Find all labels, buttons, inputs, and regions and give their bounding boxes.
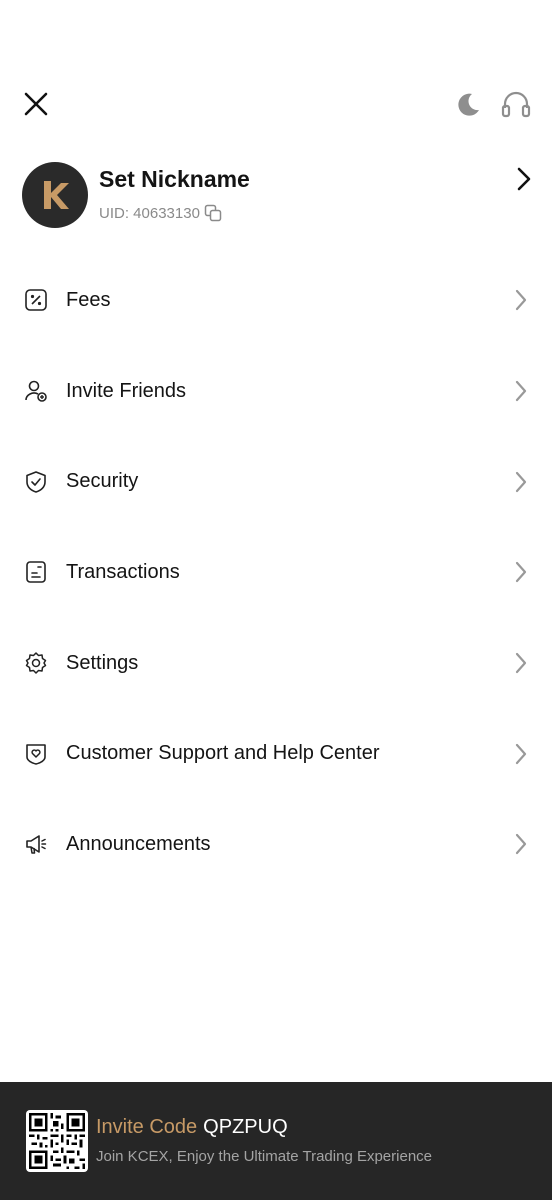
- invite-code-line: Invite Code QPZPUQ: [96, 1116, 288, 1139]
- support-button[interactable]: [500, 89, 532, 119]
- uid-row: UID: 40633130: [99, 204, 222, 222]
- copy-uid-button[interactable]: [204, 204, 222, 222]
- menu-item-label: Customer Support and Help Center: [66, 742, 380, 765]
- headset-icon: [501, 91, 531, 118]
- menu-item-security[interactable]: Security: [0, 436, 552, 527]
- menu-item-label: Security: [66, 470, 139, 493]
- menu-item-settings[interactable]: Settings: [0, 618, 552, 709]
- menu-item-label: Settings: [66, 651, 139, 674]
- chevron-right-icon: [514, 742, 528, 766]
- menu-item-label: Announcements: [66, 832, 211, 855]
- theme-toggle-button[interactable]: [454, 90, 482, 118]
- close-button[interactable]: [18, 84, 54, 124]
- heart-shield-icon: [22, 740, 50, 768]
- copy-icon: [204, 204, 222, 222]
- qr-code-icon: [29, 1113, 85, 1169]
- menu-item-customer-support[interactable]: Customer Support and Help Center: [0, 708, 552, 799]
- chevron-right-icon: [514, 832, 528, 856]
- close-icon: [24, 92, 48, 116]
- invite-code-value[interactable]: QPZPUQ: [203, 1116, 287, 1138]
- megaphone-icon: [22, 830, 50, 858]
- menu-item-label: Invite Friends: [66, 379, 187, 402]
- menu-item-invite-friends[interactable]: Invite Friends: [0, 346, 552, 437]
- chevron-right-icon: [514, 470, 528, 494]
- invite-code-label: Invite Code: [96, 1116, 198, 1138]
- menu-item-label: Transactions: [66, 560, 180, 583]
- menu-item-announcements[interactable]: Announcements: [0, 799, 552, 890]
- profile-header[interactable]: Set Nickname UID: 40633130: [22, 160, 532, 230]
- menu-item-transactions[interactable]: Transactions: [0, 527, 552, 618]
- chevron-right-icon: [514, 379, 528, 403]
- qr-code[interactable]: [26, 1110, 88, 1172]
- avatar: [22, 162, 88, 228]
- chevron-right-icon: [514, 560, 528, 584]
- chevron-right-icon: [514, 288, 528, 312]
- percent-icon: [22, 286, 50, 314]
- nickname: Set Nickname: [99, 166, 250, 192]
- chevron-right-icon: [514, 651, 528, 675]
- profile-chevron[interactable]: [516, 166, 532, 197]
- gear-icon: [22, 649, 50, 677]
- invite-banner[interactable]: Invite Code QPZPUQ Join KCEX, Enjoy the U…: [0, 1082, 552, 1200]
- menu-item-fees[interactable]: Fees: [0, 255, 552, 346]
- document-icon: [22, 558, 50, 586]
- menu-item-label: Fees: [66, 288, 111, 311]
- top-bar: [0, 84, 552, 126]
- chevron-right-icon: [517, 167, 531, 191]
- uid-label: UID: 40633130: [99, 204, 200, 222]
- moon-icon: [458, 93, 479, 116]
- invite-tagline: Join KCEX, Enjoy the Ultimate Trading Ex…: [96, 1148, 432, 1165]
- user-plus-icon: [22, 377, 50, 405]
- menu-list: Fees Invite Friends Security Transaction…: [0, 255, 552, 890]
- shield-check-icon: [22, 468, 50, 496]
- kcex-logo-icon: [44, 181, 69, 209]
